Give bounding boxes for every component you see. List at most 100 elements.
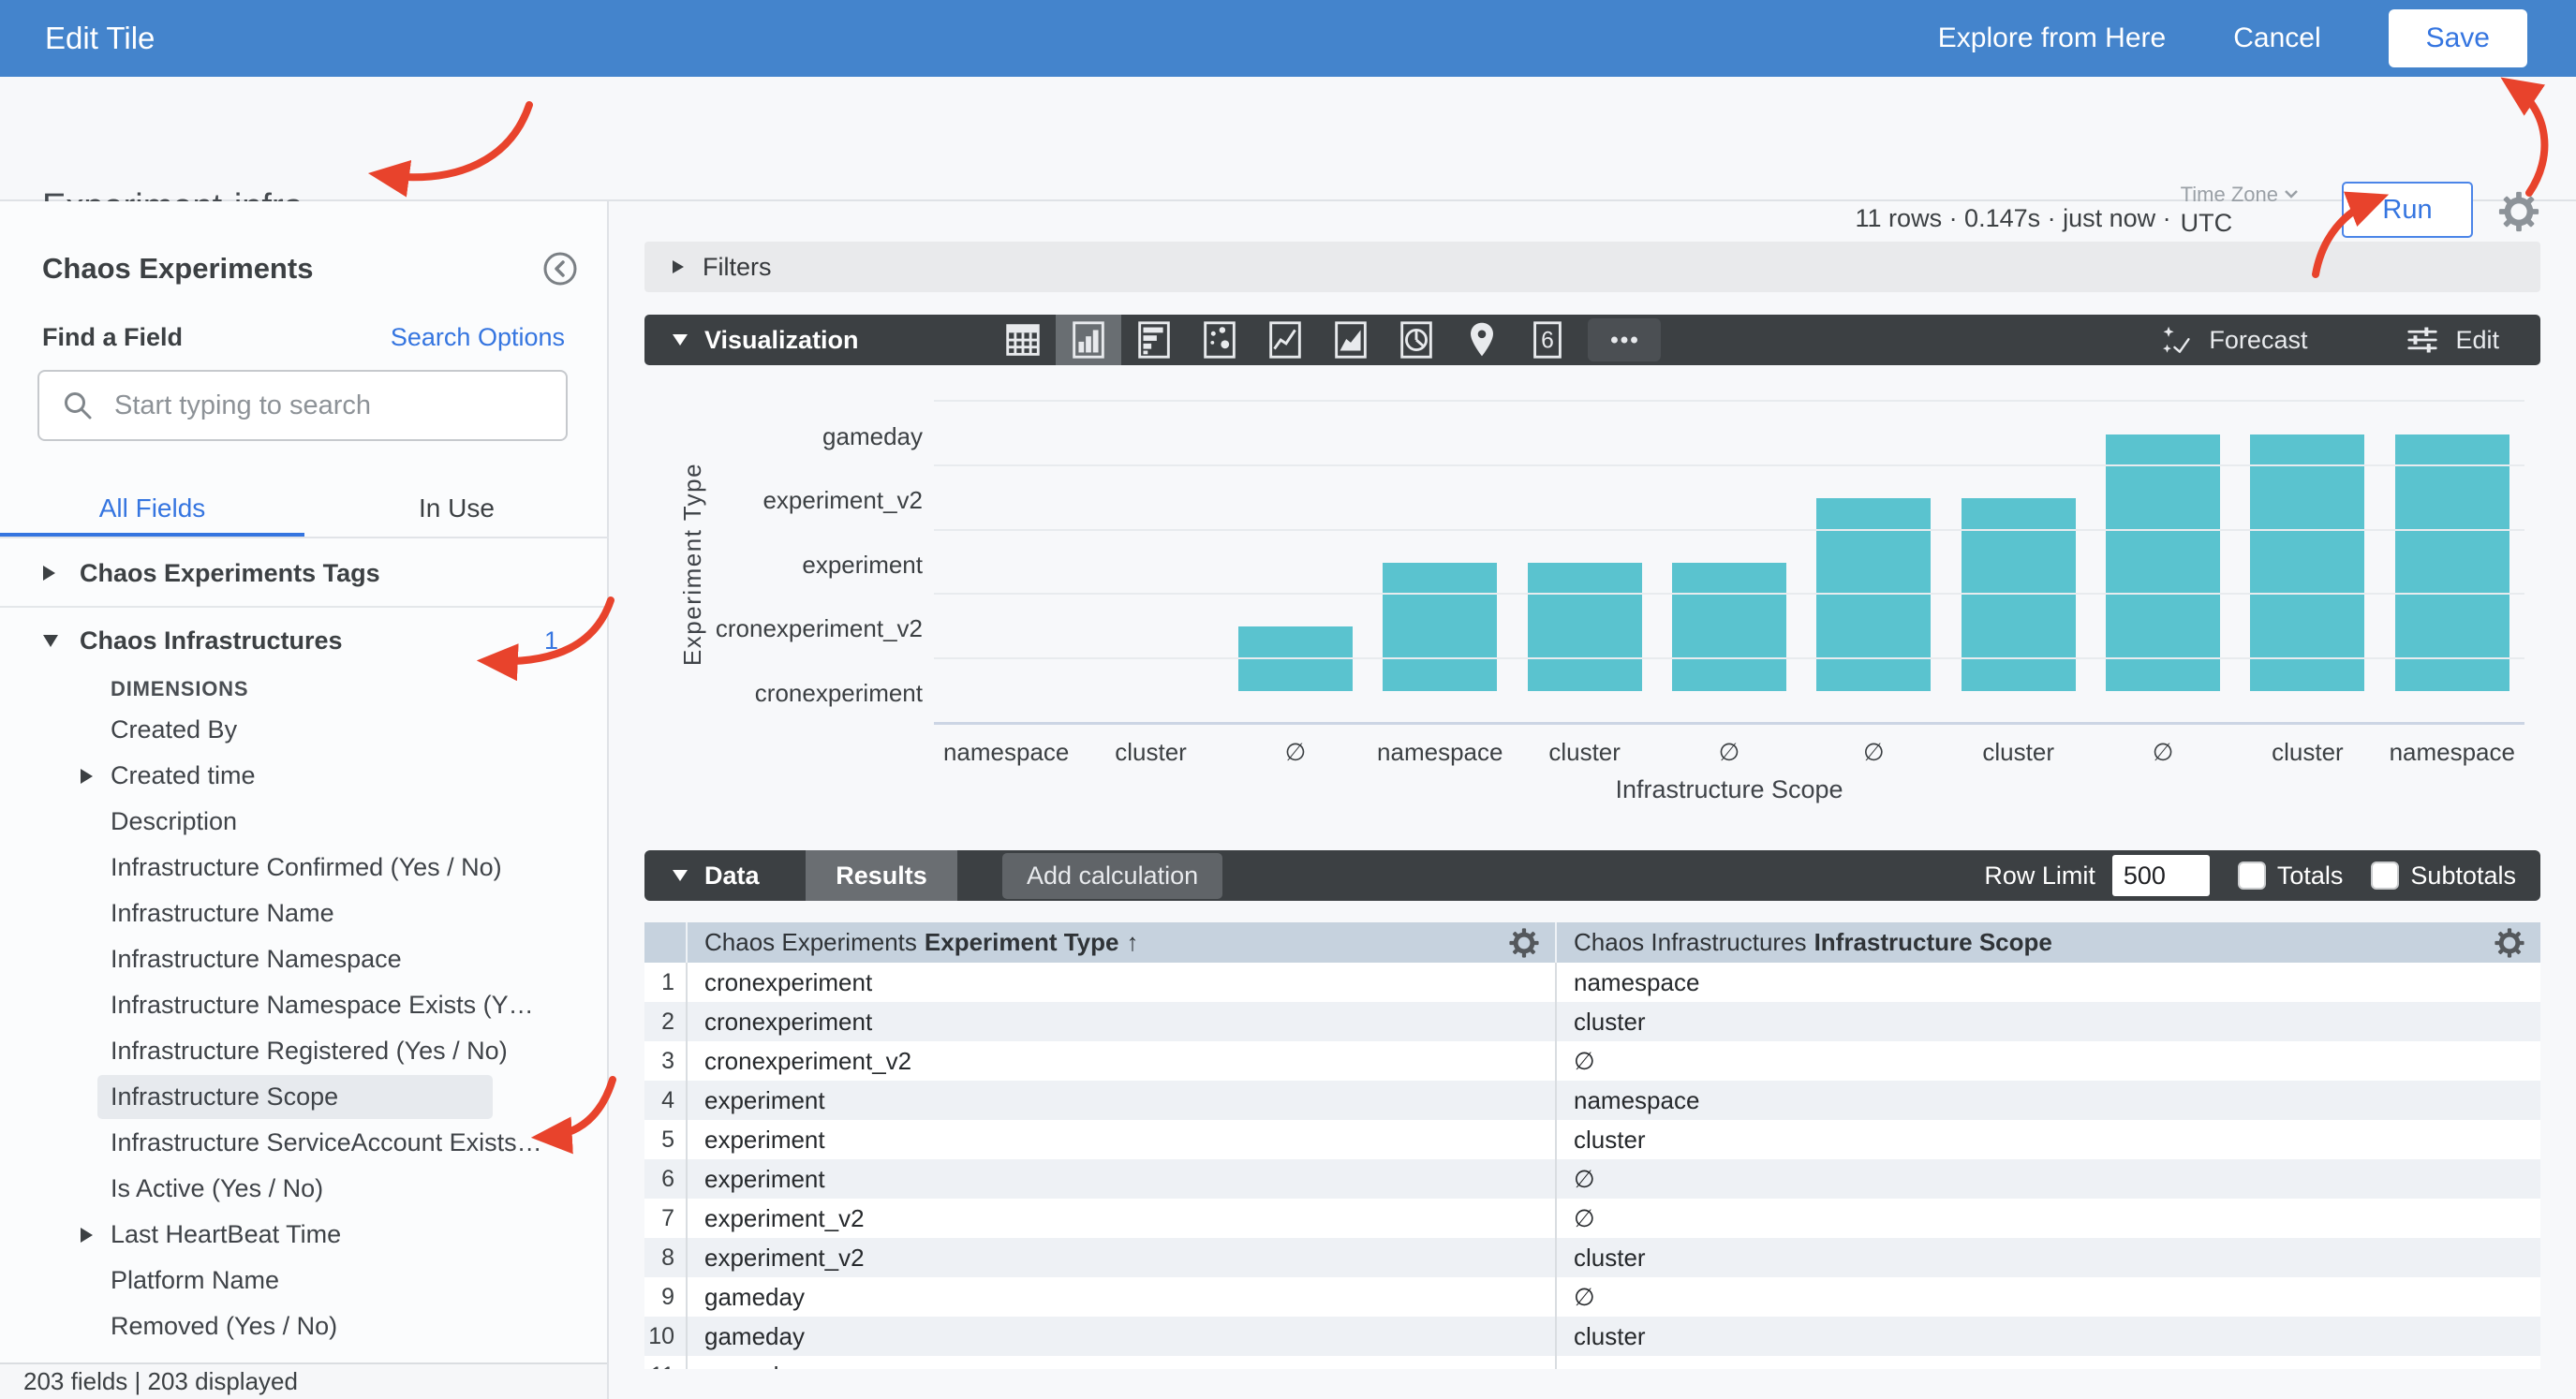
column-chart-icon[interactable] — [1056, 315, 1121, 365]
scatter-chart-icon[interactable] — [1187, 315, 1252, 365]
timezone-dropdown[interactable]: Time Zone — [2181, 183, 2299, 207]
table-row[interactable]: 10gamedaycluster — [644, 1317, 2540, 1356]
x-tick-label: cluster — [2235, 738, 2379, 767]
tab-all-fields[interactable]: All Fields — [0, 482, 304, 538]
more-icon[interactable] — [1588, 318, 1661, 361]
field-group-chaos-infrastructures[interactable]: Chaos Infrastructures1 — [0, 617, 607, 664]
bar-chart-icon[interactable] — [1121, 315, 1187, 365]
bar-slot — [2235, 404, 2379, 722]
column-header-infrastructure-scope[interactable]: Chaos Infrastructures Infrastructure Sco… — [1555, 922, 2540, 963]
table-row[interactable]: 9gameday∅ — [644, 1277, 2540, 1317]
caret-right-icon[interactable] — [43, 566, 55, 581]
field-group-chaos-experiments-tags[interactable]: Chaos Experiments Tags — [0, 550, 607, 596]
bar-slot — [1368, 404, 1512, 722]
column-header-experiment-type[interactable]: Chaos Experiments Experiment Type ↑ — [688, 922, 1555, 963]
results-tab[interactable]: Results — [806, 850, 957, 901]
field-item-platform-name[interactable]: Platform Name — [0, 1258, 607, 1303]
field-item-infrastructure-namespace-exists-y-[interactable]: Infrastructure Namespace Exists (Y… — [0, 982, 607, 1028]
checkbox-icon — [2238, 861, 2266, 890]
filters-section-bar[interactable]: Filters — [644, 242, 2540, 292]
table-row[interactable]: 8experiment_v2cluster — [644, 1238, 2540, 1277]
edit-visualization-button[interactable]: Edit — [2405, 322, 2499, 358]
x-axis-title: Infrastructure Scope — [934, 775, 2524, 804]
single-value-icon[interactable]: 6 — [1515, 315, 1580, 365]
field-search-input[interactable] — [114, 390, 543, 421]
field-item-last-heartbeat-time[interactable]: Last HeartBeat Time — [0, 1212, 607, 1258]
x-tick-label: ∅ — [1223, 738, 1368, 767]
table-chart-icon[interactable] — [990, 315, 1056, 365]
caret-right-icon[interactable] — [81, 1228, 93, 1243]
chart-bar[interactable] — [2106, 434, 2220, 691]
section-label: DIMENSIONS — [0, 664, 607, 707]
table-row[interactable]: 3cronexperiment_v2∅ — [644, 1041, 2540, 1081]
map-pin-icon[interactable] — [1449, 315, 1515, 365]
table-row[interactable]: 2cronexperimentcluster — [644, 1002, 2540, 1041]
collapse-data-icon[interactable] — [673, 870, 688, 881]
chart-bar[interactable] — [2250, 434, 2364, 691]
chart-plot-area — [934, 404, 2524, 725]
column-gear-icon[interactable] — [1508, 927, 1540, 959]
x-tick-label: namespace — [934, 738, 1078, 767]
field-item-infrastructure-scope[interactable]: Infrastructure Scope — [0, 1074, 607, 1120]
row-limit-input[interactable] — [2112, 855, 2210, 896]
chevron-down-icon — [2284, 189, 2299, 199]
sliders-icon — [2405, 322, 2440, 358]
explore-from-here-link[interactable]: Explore from Here — [1938, 22, 2166, 54]
area-chart-icon[interactable] — [1318, 315, 1384, 365]
divider — [0, 596, 607, 608]
cancel-button[interactable]: Cancel — [2233, 22, 2320, 54]
x-tick-label: namespace — [2380, 738, 2524, 767]
gear-icon[interactable] — [2497, 190, 2540, 233]
column-gear-icon[interactable] — [2494, 927, 2525, 959]
field-item-infrastructure-serviceaccount-exists-[interactable]: Infrastructure ServiceAccount Exists… — [0, 1120, 607, 1166]
svg-text:6: 6 — [1541, 328, 1554, 354]
tab-in-use[interactable]: In Use — [304, 482, 609, 538]
pie-chart-icon[interactable] — [1384, 315, 1449, 365]
field-item-description[interactable]: Description — [0, 799, 607, 845]
table-row[interactable]: 4experimentnamespace — [644, 1081, 2540, 1120]
add-calculation-button[interactable]: Add calculation — [1002, 853, 1222, 899]
chart-bar[interactable] — [1528, 563, 1642, 691]
bar-slot — [934, 404, 1078, 722]
x-tick-label: ∅ — [1801, 738, 1946, 767]
totals-checkbox[interactable]: Totals — [2238, 861, 2344, 891]
y-tick-label: cronexperiment — [644, 679, 923, 709]
table-row[interactable]: 1cronexperimentnamespace — [644, 963, 2540, 1002]
field-list: Chaos Experiments Tags Chaos Infrastructu… — [0, 550, 607, 1362]
run-button[interactable]: Run — [2342, 182, 2473, 238]
field-item-removed-yes-no-[interactable]: Removed (Yes / No) — [0, 1303, 607, 1349]
search-options-link[interactable]: Search Options — [391, 323, 565, 352]
field-search-box[interactable] — [37, 370, 568, 441]
bar-slot — [1657, 404, 1801, 722]
line-chart-icon[interactable] — [1252, 315, 1318, 365]
bar-slot — [1947, 404, 2091, 722]
x-tick-label: cluster — [1078, 738, 1222, 767]
x-tick-label: ∅ — [1657, 738, 1801, 767]
field-item-infrastructure-confirmed-yes-no-[interactable]: Infrastructure Confirmed (Yes / No) — [0, 845, 607, 891]
field-item-created-time[interactable]: Created time — [0, 753, 607, 799]
field-item-is-active-yes-no-[interactable]: Is Active (Yes / No) — [0, 1166, 607, 1212]
chart-bar[interactable] — [2395, 434, 2509, 691]
chart-bar[interactable] — [1238, 626, 1353, 691]
subtotals-checkbox[interactable]: Subtotals — [2371, 861, 2516, 891]
field-item-infrastructure-registered-yes-no-[interactable]: Infrastructure Registered (Yes / No) — [0, 1028, 607, 1074]
table-row[interactable]: 11gamedaynamespace — [644, 1356, 2540, 1369]
table-row[interactable]: 6experiment∅ — [644, 1159, 2540, 1199]
x-tick-label: ∅ — [2091, 738, 2235, 767]
bar-slot — [1801, 404, 1946, 722]
field-item-infrastructure-name[interactable]: Infrastructure Name — [0, 891, 607, 936]
collapse-visualization-icon[interactable] — [673, 334, 688, 346]
field-item-created-by[interactable]: Created By — [0, 707, 607, 753]
table-row[interactable]: 7experiment_v2∅ — [644, 1199, 2540, 1238]
save-button[interactable]: Save — [2389, 9, 2527, 67]
caret-right-icon[interactable] — [81, 769, 93, 784]
forecast-icon — [2158, 322, 2194, 358]
field-item-infrastructure-namespace[interactable]: Infrastructure Namespace — [0, 936, 607, 982]
bar-slot — [1078, 404, 1222, 722]
caret-down-icon[interactable] — [43, 635, 58, 647]
chart-bar[interactable] — [1672, 563, 1786, 691]
table-row[interactable]: 5experimentcluster — [644, 1120, 2540, 1159]
collapse-sidebar-icon[interactable] — [541, 250, 579, 287]
forecast-button[interactable]: Forecast — [2158, 322, 2307, 358]
chart-bar[interactable] — [1383, 563, 1497, 691]
